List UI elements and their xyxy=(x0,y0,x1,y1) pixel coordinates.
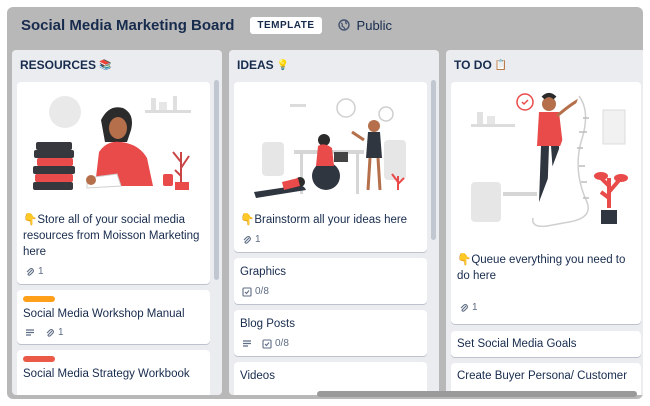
card[interactable]: Graphics 0/8 xyxy=(234,258,427,304)
paperclip-icon xyxy=(46,328,54,337)
board: Social Media Marketing Board TEMPLATE Pu… xyxy=(7,7,643,399)
card[interactable]: Social Media Workshop Manual 1 xyxy=(17,290,210,344)
list-title: TO DO xyxy=(454,58,492,72)
attachment-count: 1 xyxy=(255,234,261,245)
template-badge: TEMPLATE xyxy=(250,16,322,34)
list-title: RESOURCES xyxy=(20,58,97,72)
card-badges: 1 xyxy=(242,234,261,245)
card[interactable]: Blog Posts 0/8 xyxy=(234,310,427,356)
team-brainstorm-illustration xyxy=(254,98,406,198)
list-header[interactable]: TO DO 📋 xyxy=(446,50,643,80)
card-badges: 0/8 xyxy=(242,286,269,297)
visibility-label: Public xyxy=(356,17,392,33)
board-horizontal-scrollbar[interactable] xyxy=(317,391,637,397)
checklist-count: 0/8 xyxy=(255,286,269,297)
list-title: IDEAS xyxy=(237,58,274,72)
card-badges: 0/8 xyxy=(242,338,289,349)
card-title: Graphics xyxy=(240,266,287,278)
card-badges: 1 xyxy=(25,266,44,277)
card-title: Videos xyxy=(240,370,275,382)
checklist-badge: 0/8 xyxy=(262,338,289,349)
board-title[interactable]: Social Media Marketing Board xyxy=(21,17,234,34)
card-cover-illustration xyxy=(234,82,427,200)
card-title: Create Buyer Persona/ Customer xyxy=(457,370,628,382)
man-with-long-list-illustration xyxy=(471,93,628,228)
paperclip-icon xyxy=(460,303,468,312)
card[interactable]: 👇Queue everything you need to do here 1 xyxy=(451,82,641,324)
card-title: 👇Queue everything you need to do here xyxy=(457,254,626,282)
attachment-badge: 1 xyxy=(45,327,64,338)
card-title: Social Media Workshop Manual xyxy=(23,308,185,320)
card-cover-illustration xyxy=(451,82,641,242)
card[interactable]: 👇Brainstorm all your ideas here 1 xyxy=(234,82,427,252)
lightbulb-emoji: 💡 xyxy=(276,59,290,71)
visibility-button[interactable]: Public xyxy=(337,17,392,33)
attachment-badge: 1 xyxy=(25,266,44,277)
board-header: Social Media Marketing Board TEMPLATE Pu… xyxy=(7,7,643,43)
globe-icon xyxy=(337,19,350,31)
list-ideas: IDEAS 💡 👇Brainstorm all your ideas here … xyxy=(229,50,439,395)
card-label[interactable] xyxy=(23,356,55,362)
attachment-count: 1 xyxy=(38,266,44,277)
card-title: 👇Store all of your social media resource… xyxy=(23,214,200,258)
checklist-count: 0/8 xyxy=(275,338,289,349)
card[interactable]: Social Media Strategy Workbook xyxy=(17,350,210,395)
card-title: Blog Posts xyxy=(240,318,295,330)
attachment-count: 1 xyxy=(58,327,64,338)
card[interactable]: 👇Store all of your social media resource… xyxy=(17,82,210,284)
books-emoji: 📚 xyxy=(99,59,112,71)
list-resources: RESOURCES 📚 👇Store all of your social me… xyxy=(12,50,222,395)
description-icon xyxy=(26,328,34,336)
card-label[interactable] xyxy=(23,296,55,302)
list-scrollbar[interactable] xyxy=(431,80,436,240)
attachment-badge: 1 xyxy=(459,302,478,313)
clipboard-emoji: 📋 xyxy=(494,59,508,71)
card-badges: 1 xyxy=(459,302,478,313)
woman-reading-books-illustration xyxy=(33,96,191,190)
card-title: 👇Brainstorm all your ideas here xyxy=(240,214,408,226)
checklist-icon xyxy=(242,286,252,297)
attachment-count: 1 xyxy=(472,302,478,313)
list-header[interactable]: RESOURCES 📚 xyxy=(12,50,222,80)
checklist-badge: 0/8 xyxy=(242,286,269,297)
paperclip-icon xyxy=(26,267,34,276)
checklist-icon xyxy=(262,338,272,349)
card-title: Set Social Media Goals xyxy=(457,338,577,350)
description-icon xyxy=(243,339,251,347)
card-title: Social Media Strategy Workbook xyxy=(23,368,190,380)
card[interactable]: Set Social Media Goals xyxy=(451,331,641,357)
list-header[interactable]: IDEAS 💡 xyxy=(229,50,439,80)
card-cover-illustration xyxy=(17,82,210,200)
paperclip-icon xyxy=(243,235,251,244)
list-scrollbar[interactable] xyxy=(214,80,219,280)
attachment-badge: 1 xyxy=(242,234,261,245)
card-badges: 1 xyxy=(25,327,64,338)
list-to-do: TO DO 📋 👇Queue everything you need to do… xyxy=(446,50,643,395)
